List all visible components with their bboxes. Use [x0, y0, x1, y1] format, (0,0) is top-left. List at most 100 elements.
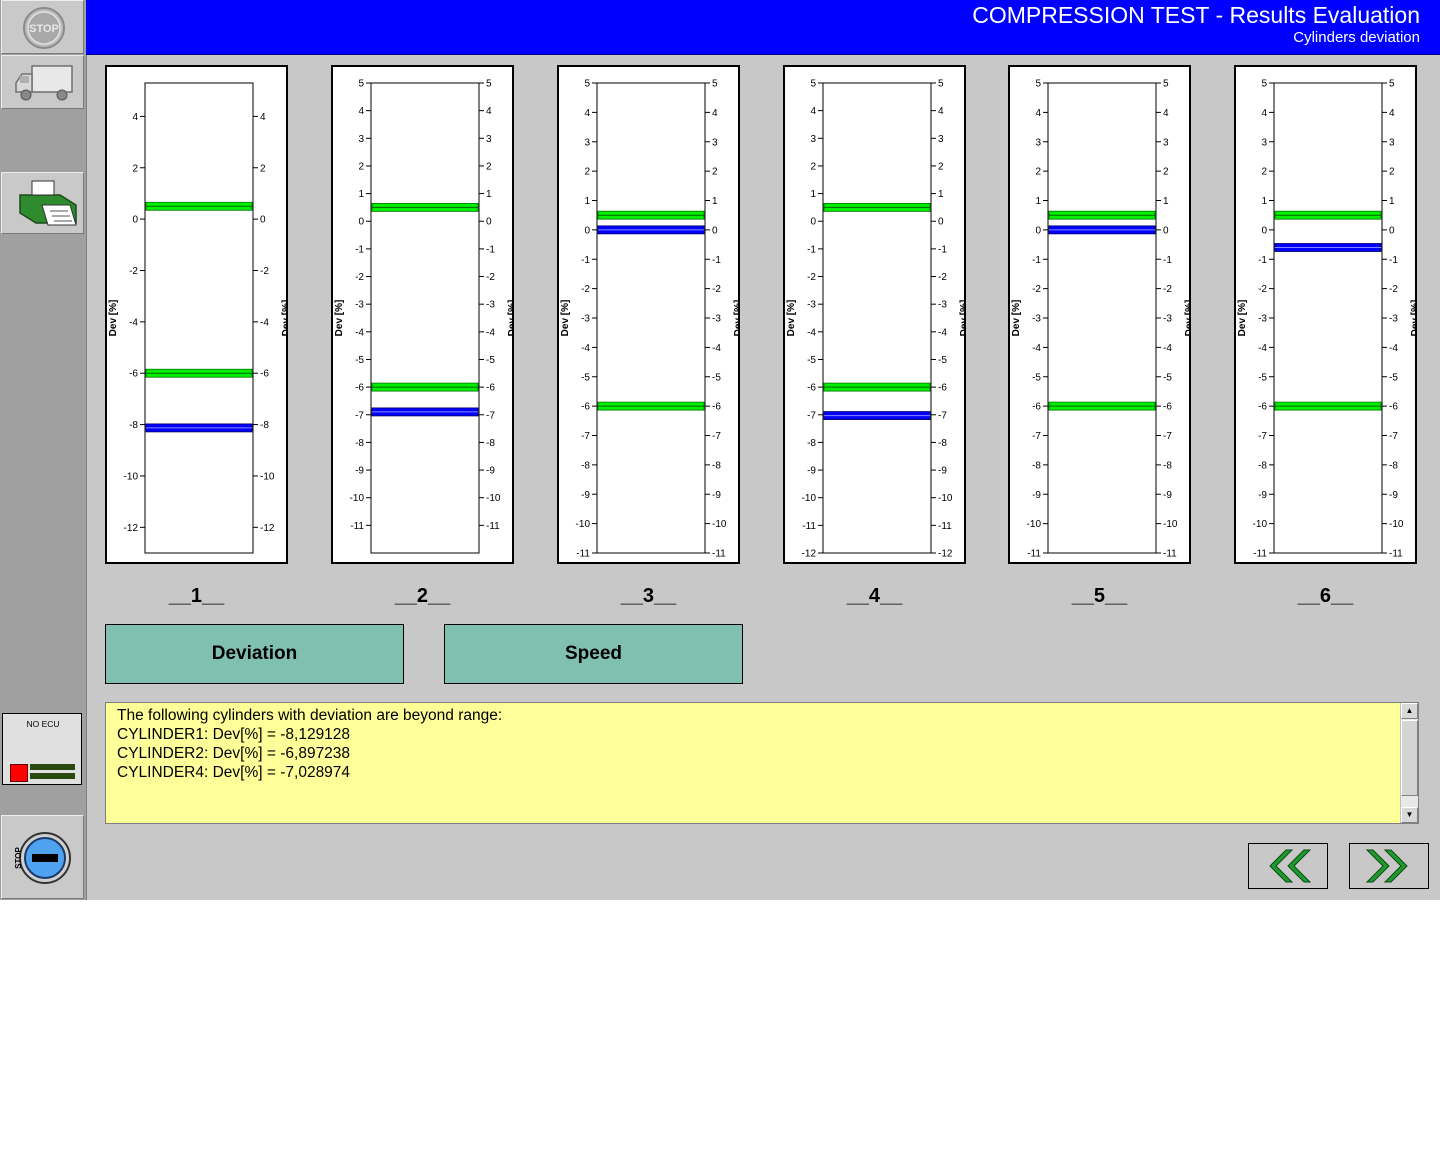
cylinder-label-1: __1__ [168, 585, 225, 607]
tick-label-right: -4 [938, 327, 947, 338]
back-button[interactable] [1248, 843, 1328, 889]
tick-label-left: 1 [1261, 196, 1267, 207]
tick-label-right: 4 [260, 112, 266, 123]
tick-label-left: -3 [1258, 314, 1267, 325]
tick-label-right: -9 [712, 490, 721, 501]
cylinder-label-2: __2__ [394, 585, 451, 607]
tick-label-left: -2 [355, 272, 364, 283]
y-axis-label-left: Dev [%] [108, 300, 119, 337]
tick-label-right: -1 [1163, 255, 1172, 266]
plot-area [1047, 82, 1157, 554]
message-line: CYLINDER4: Dev[%] = -7,028974 [117, 764, 351, 781]
tick-label-left: -2 [1032, 284, 1041, 295]
tick-label-right: -5 [938, 355, 947, 366]
tick-label-right: -4 [712, 343, 721, 354]
tick-label-left: -2 [807, 272, 816, 283]
tick-label-left: -11 [1253, 549, 1267, 560]
scroll-up-arrow-icon[interactable]: ▲ [1401, 703, 1418, 719]
tick-label-left: -7 [807, 410, 816, 421]
tick-label-left: 5 [810, 79, 816, 90]
tick-label-right: 0 [712, 225, 718, 236]
cylinder-chart-2: 5 5 4 4 3 3 2 2 1 1 0 0 -1 -1 -2 -2 -3 -3 -4 -4 -5 -5 -6 -6 -7 -7… [331, 65, 514, 564]
vehicle-button[interactable] [1, 55, 84, 109]
cylinder-chart-svg: 5 5 4 4 3 3 2 2 1 1 0 0 -1 -1 -2 -2 -3 -3 -4 -4 -5 -5 -6 -6 -7 -7… [786, 79, 964, 560]
tick-label-left: 2 [810, 161, 816, 172]
tick-label-right: -1 [938, 244, 947, 255]
exit-button[interactable]: STOP [1, 815, 84, 899]
tick-label-right: 5 [486, 79, 492, 90]
tick-label-left: -1 [355, 244, 364, 255]
tick-label-right: 3 [1163, 137, 1169, 148]
next-button[interactable] [1349, 843, 1429, 889]
tick-label-right: -5 [486, 355, 495, 366]
tick-label-left: -10 [802, 493, 817, 504]
tick-label-right: 4 [1389, 108, 1395, 119]
tick-label-right: -6 [260, 369, 269, 380]
tick-label-left: -5 [807, 355, 816, 366]
tick-label-left: -4 [1258, 343, 1267, 354]
plot-area [370, 82, 480, 554]
tick-label-left: -9 [1258, 490, 1267, 501]
truck-icon [15, 65, 73, 101]
tick-label-left: -6 [581, 402, 590, 413]
result-message-box[interactable]: The following cylinders with deviation a… [105, 702, 1419, 824]
tick-label-left: -9 [355, 466, 364, 477]
tick-label-right: -8 [1389, 460, 1398, 471]
tick-label-left: 2 [1261, 167, 1267, 178]
tick-label-right: -4 [1389, 343, 1398, 354]
tick-label-right: -10 [1163, 519, 1178, 530]
stop-button[interactable]: STOP [1, 0, 84, 54]
tick-label-right: -8 [712, 460, 721, 471]
tick-label-left: -5 [355, 355, 364, 366]
tick-label-right: -3 [938, 300, 947, 311]
deviation-button[interactable]: Deviation [105, 624, 404, 684]
exit-stop-icon: STOP [14, 832, 71, 884]
tick-label-left: 2 [132, 163, 138, 174]
scroll-thumb[interactable] [1401, 720, 1418, 796]
cylinder-chart-4: 5 5 4 4 3 3 2 2 1 1 0 0 -1 -1 -2 -2 -3 -3 -4 -4 -5 -5 -6 -6 -7 -7… [783, 65, 966, 564]
cylinder-chart-svg: 5 5 4 4 3 3 2 2 1 1 0 0 -1 -1 -2 -2 -3 -3 -4 -4 -5 -5 -6 -6 -7 -7… [1011, 79, 1189, 560]
ecu-status-bar [30, 773, 75, 779]
cylinder-label-3: __3__ [620, 585, 677, 607]
tick-label-right: -4 [1163, 343, 1172, 354]
tick-label-right: 5 [712, 79, 718, 90]
speed-button[interactable]: Speed [444, 624, 743, 684]
plot-area [1273, 82, 1383, 554]
tick-label-right: 1 [938, 189, 944, 200]
cylinder-chart-svg: 4 4 2 2 0 0 -2 -2 -4 -4 -6 -6 -8 -8 -10 -10 -12 -12 Dev [%… [108, 82, 286, 554]
tick-label-right: -11 [712, 549, 726, 560]
tick-label-right: -5 [1163, 372, 1172, 383]
tick-label-right: -6 [1163, 402, 1172, 413]
print-button[interactable] [1, 172, 84, 234]
tick-label-left: -11 [350, 521, 364, 532]
message-scrollbar[interactable]: ▲ ▼ [1400, 703, 1418, 823]
tick-label-right: -12 [260, 523, 275, 534]
tick-label-left: 0 [810, 217, 816, 228]
tick-label-right: 3 [1389, 137, 1395, 148]
scroll-down-arrow-icon[interactable]: ▼ [1401, 807, 1418, 823]
y-axis-label-right: Dev [%] [1410, 300, 1415, 337]
tick-label-left: 2 [1035, 167, 1041, 178]
plot-area [596, 82, 706, 554]
tick-label-right: 3 [486, 134, 492, 145]
tick-label-right: 0 [486, 217, 492, 228]
tick-label-right: -11 [486, 521, 500, 532]
tick-label-right: -2 [938, 272, 947, 283]
tick-label-right: -10 [1389, 519, 1404, 530]
stop-sign-icon: STOP [23, 7, 65, 49]
cylinder-label-6: __6__ [1297, 585, 1354, 607]
tick-label-right: -8 [938, 438, 947, 449]
tick-label-left: 3 [358, 134, 364, 145]
tick-label-right: 4 [712, 108, 718, 119]
tick-label-left: 4 [810, 106, 816, 117]
tick-label-left: 1 [584, 196, 590, 207]
tick-label-left: 4 [584, 108, 590, 119]
tick-label-right: 3 [712, 137, 718, 148]
tick-label-left: 4 [1035, 108, 1041, 119]
cylinder-chart-svg: 5 5 4 4 3 3 2 2 1 1 0 0 -1 -1 -2 -2 -3 -3 -4 -4 -5 -5 -6 -6 -7 -7… [1237, 79, 1415, 560]
tick-label-right: -9 [1163, 490, 1172, 501]
tick-label-right: 5 [1389, 79, 1395, 90]
tick-label-left: -4 [355, 327, 364, 338]
tick-label-right: 3 [938, 134, 944, 145]
tick-label-left: 1 [810, 189, 816, 200]
